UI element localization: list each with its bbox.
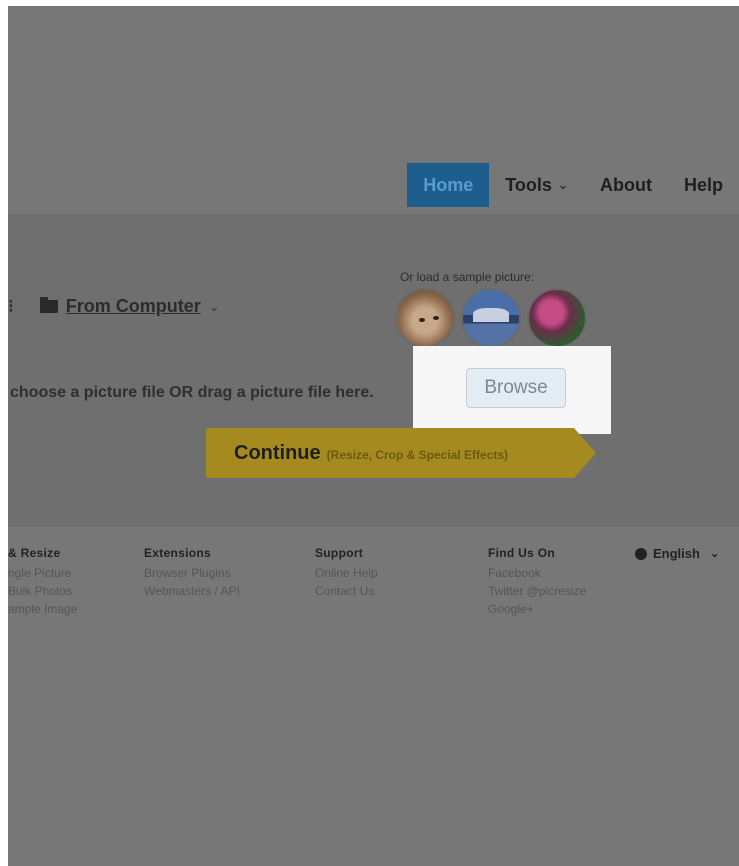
footer-col-social: Find Us On Facebook Twitter @picresize G… (488, 546, 586, 618)
sample-label: Or load a sample picture: (400, 270, 535, 284)
footer-link[interactable]: Facebook (488, 564, 586, 582)
footer-link[interactable]: Webmasters / API (144, 582, 240, 600)
footer-link[interactable]: ngle Picture (8, 564, 77, 582)
globe-icon (635, 547, 647, 560)
sample-dog-thumbnail[interactable] (395, 288, 455, 348)
footer-link[interactable]: Contact Us (315, 582, 378, 600)
browse-button[interactable]: Browse (466, 368, 566, 408)
footer-link[interactable]: Browser Plugins (144, 564, 240, 582)
chevron-down-icon: ⌄ (709, 548, 720, 560)
language-selector[interactable]: English ⌄ (635, 546, 719, 561)
nav-about[interactable]: About (584, 163, 668, 207)
source-label: From Computer (65, 296, 201, 316)
footer-link[interactable]: ample Image (8, 600, 77, 618)
browse-highlight: Browse (413, 346, 611, 434)
nav-home-label: Home (423, 175, 474, 195)
sample-city-thumbnail[interactable] (461, 288, 521, 348)
chevron-down-icon: ⌄ (557, 178, 568, 192)
footer-heading: Find Us On (488, 546, 555, 560)
nav-home[interactable]: Home (407, 163, 490, 207)
footer-heading: & Resize (8, 546, 61, 560)
footer-link[interactable]: Online Help (315, 564, 378, 582)
footer-col-extensions: Extensions Browser Plugins Webmasters / … (144, 546, 240, 600)
nav-tools[interactable]: Tools ⌄ (489, 163, 584, 207)
footer-link[interactable]: Twitter @picresize (488, 582, 586, 600)
footer-col-resize: & Resize ngle Picture Bulk Photos ample … (8, 546, 77, 618)
continue-label: Continue (234, 441, 321, 464)
footer-heading: Support (315, 546, 364, 560)
nav-help-label: Help (683, 175, 723, 195)
continue-button[interactable]: Continue (Resize, Crop & Special Effects… (206, 428, 596, 478)
source-selector[interactable]: ⁝ From Computer ⌄ (8, 296, 220, 317)
nav-about-label: About (600, 175, 652, 195)
language-label: English (653, 546, 700, 561)
main-nav: Home Tools ⌄ About Help (407, 156, 739, 214)
page-overlay: Home Tools ⌄ About Help ⁝ From Computer … (8, 6, 739, 866)
nav-help[interactable]: Help (668, 163, 739, 207)
more-icon: ⁝ (8, 296, 14, 316)
continue-sublabel: (Resize, Crop & Special Effects) (326, 448, 509, 462)
sample-pictures (395, 288, 587, 348)
drop-instructions: choose a picture file OR drag a picture … (10, 384, 374, 401)
drop-zone[interactable]: choose a picture file OR drag a picture … (8, 366, 739, 426)
folder-icon (39, 297, 58, 313)
footer-link[interactable]: Bulk Photos (8, 582, 77, 600)
chevron-down-icon: ⌄ (208, 298, 220, 314)
footer-heading: Extensions (144, 546, 212, 560)
footer-col-support: Support Online Help Contact Us (315, 546, 378, 600)
sample-flower-thumbnail[interactable] (527, 288, 587, 348)
footer-link[interactable]: Google+ (488, 600, 586, 618)
nav-tools-label: Tools (505, 175, 552, 195)
